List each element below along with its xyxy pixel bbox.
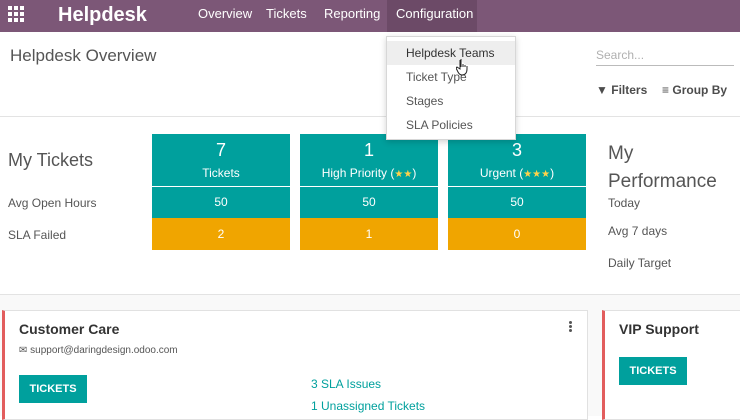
- hand-cursor-icon: [456, 59, 468, 76]
- unassigned-tickets-link[interactable]: 1 Unassigned Tickets: [311, 399, 425, 413]
- sla-issues-link[interactable]: 3 SLA Issues: [311, 377, 381, 391]
- nav-tickets[interactable]: Tickets: [257, 0, 316, 32]
- tile-high-priority-header[interactable]: 1 High Priority (★★): [300, 134, 438, 186]
- filters-label: Filters: [611, 83, 648, 97]
- tile-urgent-header[interactable]: 3 Urgent (★★★): [448, 134, 586, 186]
- tile-tickets: 7 Tickets 50 2: [152, 134, 290, 250]
- perf-avg7-label: Avg 7 days: [608, 224, 668, 238]
- sla-failed-label: SLA Failed: [8, 228, 67, 242]
- team-card-customer-care: Customer Care ✉ support@daringdesign.odo…: [2, 310, 588, 420]
- envelope-icon: ✉: [19, 345, 28, 356]
- star-icon: ★★★: [523, 169, 551, 180]
- nav-overview[interactable]: Overview: [189, 0, 261, 32]
- kebab-menu-icon[interactable]: [569, 321, 573, 333]
- nav-configuration[interactable]: Configuration: [387, 0, 477, 32]
- tile-tickets-header[interactable]: 7 Tickets: [152, 134, 290, 186]
- team-name[interactable]: VIP Support: [619, 321, 699, 337]
- tile-count: 7: [215, 140, 226, 160]
- menu-item-helpdesk-teams[interactable]: Helpdesk Teams: [387, 41, 515, 65]
- page-title: Helpdesk Overview: [10, 46, 157, 65]
- groupby-label: Group By: [672, 83, 728, 97]
- apps-menu-icon[interactable]: [8, 6, 28, 26]
- list-icon: ≡: [662, 83, 670, 97]
- menu-item-sla-policies[interactable]: SLA Policies: [387, 113, 515, 137]
- star-icon: ★★: [394, 169, 413, 180]
- team-email: ✉ support@daringdesign.odoo.com: [19, 345, 178, 356]
- tile-label: Urgent (★★★): [479, 166, 555, 180]
- team-name[interactable]: Customer Care: [19, 321, 119, 337]
- tile-high-priority: 1 High Priority (★★) 50 1: [300, 134, 438, 250]
- tile-label: Tickets: [202, 166, 240, 180]
- my-tickets-title: My Tickets: [8, 150, 94, 170]
- search-input[interactable]: [596, 48, 734, 62]
- filters-button[interactable]: ▼ Filters: [596, 83, 647, 97]
- tile-sla-failed[interactable]: 0: [448, 218, 586, 250]
- menu-item-ticket-type[interactable]: Ticket Type: [387, 65, 515, 89]
- tile-sla-failed[interactable]: 1: [300, 218, 438, 250]
- tile-sla-failed[interactable]: 2: [152, 218, 290, 250]
- tickets-button[interactable]: TICKETS: [619, 357, 687, 385]
- tile-label: High Priority (★★): [321, 166, 417, 180]
- tile-avg-hours[interactable]: 50: [152, 186, 290, 218]
- my-performance-title: My Performance: [608, 143, 717, 192]
- tickets-button[interactable]: TICKETS: [19, 375, 87, 403]
- groupby-button[interactable]: ≡ Group By: [662, 83, 727, 97]
- control-panel-divider: [0, 116, 740, 117]
- tile-avg-hours[interactable]: 50: [448, 186, 586, 218]
- tile-urgent: 3 Urgent (★★★) 50 0: [448, 134, 586, 250]
- avg-open-hours-label: Avg Open Hours: [8, 196, 97, 210]
- app-brand[interactable]: Helpdesk: [58, 2, 147, 28]
- perf-today-label: Today: [608, 196, 641, 210]
- team-card-vip-support: VIP Support TICKETS: [602, 310, 740, 420]
- search-box[interactable]: [596, 44, 734, 66]
- tile-avg-hours[interactable]: 50: [300, 186, 438, 218]
- filter-icon: ▼: [596, 83, 608, 97]
- configuration-dropdown: Helpdesk Teams Ticket Type Stages SLA Po…: [386, 36, 516, 140]
- perf-target-label: Daily Target: [608, 256, 672, 270]
- top-navbar: Helpdesk Overview Tickets Reporting Conf…: [0, 0, 740, 32]
- nav-reporting[interactable]: Reporting: [315, 0, 389, 32]
- menu-item-stages[interactable]: Stages: [387, 89, 515, 113]
